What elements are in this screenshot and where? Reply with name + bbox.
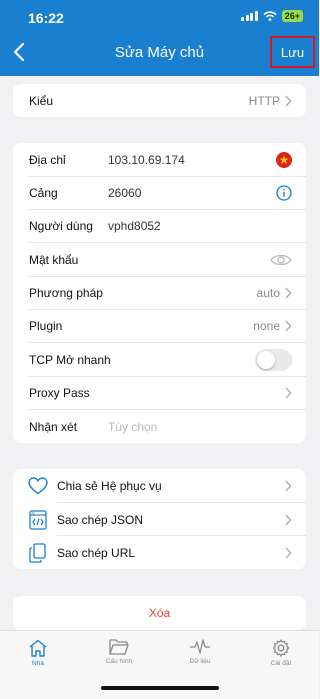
tab-data-label: Dữ liệu [189, 658, 211, 665]
plugin-value: none [253, 318, 280, 333]
type-row[interactable]: Kiểu HTTP [13, 84, 306, 117]
port-input[interactable]: 26060 [108, 186, 141, 200]
user-row[interactable]: Người dùng vphd8052 [13, 209, 306, 242]
code-file-icon [27, 509, 49, 531]
method-row[interactable]: Phương pháp auto [13, 276, 306, 309]
tcp-fast-row: TCP Mở nhanh [13, 343, 306, 376]
chevron-right-icon [285, 286, 292, 299]
chevron-right-icon [285, 513, 292, 526]
actions-card: Chia sẻ Hệ phục vụ Sao chép JSON Sao ché… [13, 469, 306, 569]
port-row[interactable]: Cảng 26060 [13, 176, 306, 209]
status-icons: 26+ [241, 10, 303, 22]
tab-home[interactable]: Nhà [8, 639, 68, 667]
tab-config[interactable]: Cấu hình [89, 639, 149, 665]
tcp-fast-toggle[interactable] [255, 348, 292, 371]
battery-indicator: 26+ [281, 10, 303, 22]
save-button[interactable]: Lưu [270, 36, 315, 68]
type-card: Kiểu HTTP [13, 84, 306, 117]
chevron-right-icon [285, 386, 292, 399]
tab-settings-label: Cài đặt [270, 660, 292, 667]
port-label: Cảng [29, 185, 58, 200]
chevron-right-icon [285, 94, 292, 107]
chevron-right-icon [285, 479, 292, 492]
share-server-row[interactable]: Chia sẻ Hệ phục vụ [13, 469, 306, 502]
signal-icon [241, 11, 258, 21]
activity-icon [190, 639, 210, 654]
tab-data[interactable]: Dữ liệu [170, 639, 230, 665]
note-row[interactable]: Nhận xét Tùy chọn [13, 410, 306, 443]
proxy-pass-label: Proxy Pass [29, 385, 90, 400]
password-label: Mật khẩu [29, 252, 79, 267]
copy-json-label: Sao chép JSON [57, 512, 144, 527]
status-bar: 16:22 26+ [0, 0, 319, 30]
tab-config-label: Cấu hình [105, 658, 133, 665]
info-icon[interactable] [276, 184, 292, 201]
method-value: auto [256, 285, 280, 300]
copy-url-label: Sao chép URL [57, 545, 136, 560]
chevron-right-icon [285, 319, 292, 332]
share-server-label: Chia sẻ Hệ phục vụ [57, 478, 162, 493]
tab-home-label: Nhà [32, 660, 44, 667]
type-value: HTTP [248, 93, 280, 108]
password-row[interactable]: Mật khẩu [13, 243, 306, 276]
address-label: Địa chỉ [29, 152, 66, 167]
status-time: 16:22 [28, 10, 64, 26]
delete-card: Xóa [13, 596, 306, 630]
tcp-fast-label: TCP Mở nhanh [29, 352, 111, 367]
address-row[interactable]: Địa chỉ 103.10.69.174 [13, 143, 306, 176]
folder-icon [109, 639, 129, 655]
home-icon [29, 639, 47, 657]
copy-url-row[interactable]: Sao chép URL [13, 536, 306, 569]
delete-button[interactable]: Xóa [13, 596, 306, 630]
proxy-pass-row[interactable]: Proxy Pass [13, 376, 306, 409]
gear-icon [272, 639, 290, 657]
plugin-row[interactable]: Plugin none [13, 309, 306, 342]
heart-icon [27, 475, 49, 497]
home-indicator [101, 686, 219, 690]
copy-icon [27, 542, 49, 564]
eye-icon[interactable] [270, 253, 292, 267]
wifi-icon [263, 11, 277, 21]
note-input[interactable]: Tùy chọn [108, 420, 157, 434]
method-label: Phương pháp [29, 285, 103, 300]
plugin-label: Plugin [29, 318, 63, 333]
user-label: Người dùng [29, 218, 93, 233]
user-input[interactable]: vphd8052 [108, 219, 161, 233]
type-label: Kiểu [29, 93, 54, 108]
server-form-card: Địa chỉ 103.10.69.174 Cảng 26060 Người d… [13, 143, 306, 443]
vietnam-flag-icon [276, 151, 292, 168]
note-label: Nhận xét [29, 419, 78, 434]
nav-bar: Sửa Máy chủ Lưu [0, 30, 319, 76]
chevron-right-icon [285, 546, 292, 559]
address-input[interactable]: 103.10.69.174 [108, 153, 185, 167]
tab-settings[interactable]: Cài đặt [251, 639, 311, 667]
copy-json-row[interactable]: Sao chép JSON [13, 503, 306, 536]
